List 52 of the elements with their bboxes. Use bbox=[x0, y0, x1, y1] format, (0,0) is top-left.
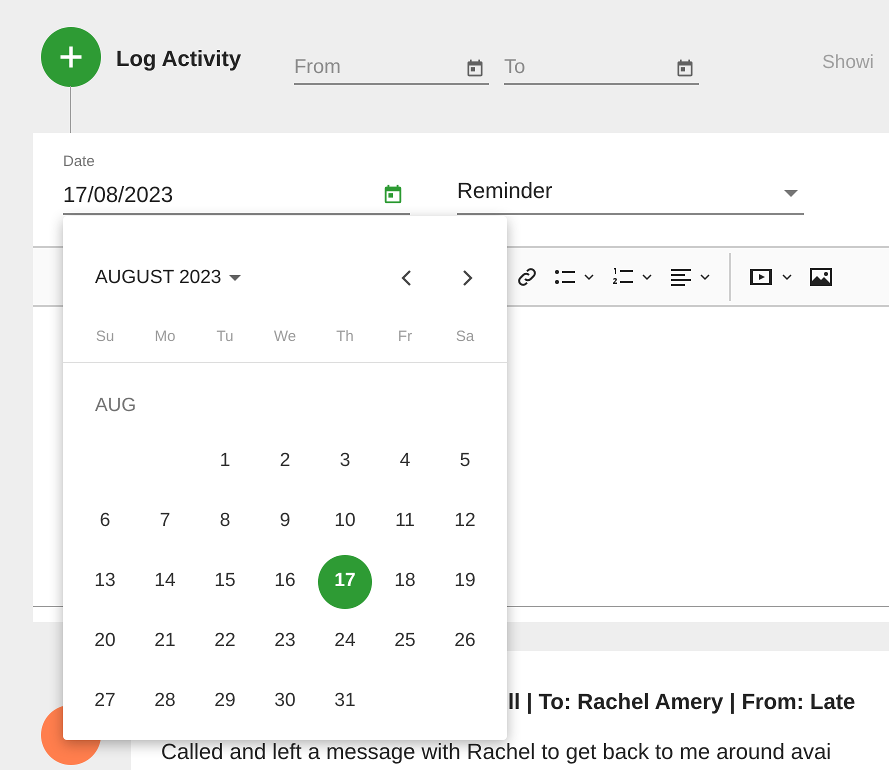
weekday-label: Su bbox=[96, 327, 114, 347]
calendar-day[interactable]: 2 bbox=[258, 434, 312, 488]
weekday-label: Fr bbox=[398, 327, 412, 347]
calendar-icon[interactable] bbox=[382, 183, 404, 205]
type-select[interactable]: Reminder bbox=[457, 151, 804, 215]
calendar-day[interactable]: 3 bbox=[318, 434, 372, 488]
calendar-day[interactable]: 6 bbox=[78, 494, 132, 548]
calendar-day[interactable]: 14 bbox=[138, 554, 192, 608]
section-title: Log Activity bbox=[116, 45, 242, 73]
calendar-day[interactable]: 22 bbox=[198, 614, 252, 668]
calendar-day[interactable]: 21 bbox=[138, 614, 192, 668]
calendar-day[interactable]: 1 bbox=[198, 434, 252, 488]
calendar-day[interactable]: 7 bbox=[138, 494, 192, 548]
calendar-day[interactable]: 28 bbox=[138, 674, 192, 728]
calendar-day[interactable]: 27 bbox=[78, 674, 132, 728]
calendar-day[interactable]: 25 bbox=[378, 614, 432, 668]
calendar-day[interactable]: 5 bbox=[438, 434, 492, 488]
activity-title: ll | To: Rachel Amery | From: Late bbox=[508, 688, 856, 716]
calendar-day[interactable]: 20 bbox=[78, 614, 132, 668]
activity-message: Called and left a message with Rachel to get back to me around avai bbox=[161, 739, 832, 764]
calendar-day[interactable]: 9 bbox=[258, 494, 312, 548]
calendar-day[interactable]: 30 bbox=[258, 674, 312, 728]
dropdown-arrow-icon bbox=[229, 275, 242, 281]
calendar-day[interactable]: 13 bbox=[78, 554, 132, 608]
weekday-label: Mo bbox=[154, 327, 176, 347]
calendar-day[interactable]: 12 bbox=[438, 494, 492, 548]
calendar-day[interactable]: 16 bbox=[258, 554, 312, 608]
weekday-label: Sa bbox=[456, 327, 474, 347]
calendar-day[interactable]: 23 bbox=[258, 614, 312, 668]
weekday-label: Th bbox=[336, 327, 354, 347]
calendar-day[interactable]: 11 bbox=[378, 494, 432, 548]
month-section-label: AUG bbox=[95, 394, 136, 418]
calendar-day[interactable]: 31 bbox=[318, 674, 372, 728]
calendar-day[interactable]: 8 bbox=[198, 494, 252, 548]
showing-text: Showi bbox=[822, 51, 874, 75]
weekday-label: We bbox=[274, 327, 296, 347]
weekday-label: Tu bbox=[216, 327, 234, 347]
calendar-day[interactable]: 10 bbox=[318, 494, 372, 548]
date-label: Date bbox=[63, 152, 95, 172]
calendar-day[interactable]: 4 bbox=[378, 434, 432, 488]
calendar-day[interactable]: 29 bbox=[198, 674, 252, 728]
calendar-day[interactable]: 24 bbox=[318, 614, 372, 668]
dropdown-arrow-icon[interactable] bbox=[784, 190, 798, 197]
calendar-day[interactable]: 19 bbox=[438, 554, 492, 608]
month-year-button[interactable]: AUGUST 2023 bbox=[95, 264, 242, 292]
calendar-day[interactable]: 26 bbox=[438, 614, 492, 668]
calendar-day[interactable]: 15 bbox=[198, 554, 252, 608]
calendar-day[interactable]: 18 bbox=[378, 554, 432, 608]
calendar-day[interactable]: 17 bbox=[318, 554, 372, 608]
calendar-icon[interactable] bbox=[675, 58, 696, 78]
date-value: 17/08/2023 bbox=[63, 180, 174, 208]
calendar-icon[interactable] bbox=[465, 58, 486, 78]
